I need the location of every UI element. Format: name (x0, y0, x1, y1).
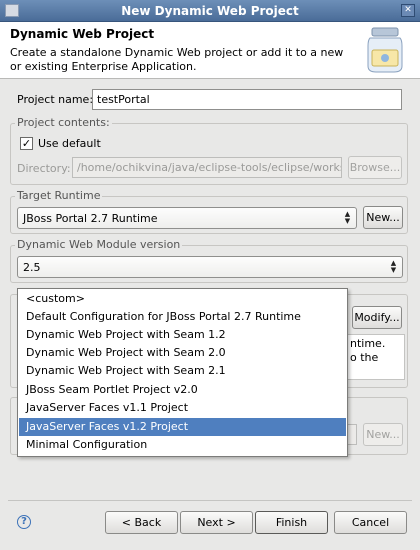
dropdown-option[interactable]: Minimal Configuration (19, 436, 346, 454)
web-module-title: Dynamic Web Module version (15, 238, 183, 251)
combo-arrows-icon: ▲ ▼ (390, 259, 397, 274)
project-contents-title: Project contents: (15, 116, 112, 129)
close-icon[interactable]: ✕ (401, 4, 415, 17)
dropdown-option[interactable]: JavaServer Faces v1.1 Project (19, 399, 346, 417)
finish-button[interactable]: Finish (255, 511, 328, 534)
combo-arrows-icon: ▲ ▼ (344, 210, 351, 225)
target-runtime-title: Target Runtime (15, 189, 103, 202)
use-default-label: Use default (38, 137, 101, 150)
wizard-title: Dynamic Web Project (10, 27, 155, 41)
dropdown-option[interactable]: Dynamic Web Project with Seam 2.1 (19, 362, 346, 380)
next-button[interactable]: Next > (180, 511, 253, 534)
directory-input[interactable]: /home/ochikvina/java/eclipse-tools/eclip… (72, 157, 342, 178)
project-name-label: Project name: (17, 93, 94, 106)
wizard-description: Create a standalone Dynamic Web project … (10, 46, 344, 73)
window-titlebar: New Dynamic Web Project ✕ (0, 0, 420, 22)
dropdown-option[interactable]: Dynamic Web Project with Seam 1.2 (19, 326, 346, 344)
cancel-button[interactable]: Cancel (334, 511, 407, 534)
browse-button[interactable]: Browse... (348, 156, 402, 179)
project-name-input[interactable]: testPortal (92, 89, 402, 110)
wizard-header: Dynamic Web Project Create a standalone … (0, 22, 420, 79)
modify-configuration-button[interactable]: Modify... (352, 306, 402, 329)
target-runtime-combo[interactable]: JBoss Portal 2.7 Runtime ▲ ▼ (17, 207, 357, 229)
dropdown-option-selected[interactable]: JavaServer Faces v1.2 Project (19, 418, 346, 436)
help-icon[interactable]: ? (17, 515, 31, 529)
web-module-value: 2.5 (23, 261, 41, 274)
target-runtime-value: JBoss Portal 2.7 Runtime (23, 212, 158, 225)
wizard-jar-icon (367, 27, 403, 73)
use-default-checkbox[interactable]: ✓ (20, 137, 33, 150)
window-title: New Dynamic Web Project (121, 4, 299, 18)
back-button[interactable]: < Back (105, 511, 178, 534)
new-ear-button[interactable]: New... (363, 423, 403, 446)
footer-separator (8, 500, 412, 501)
configuration-description-line1: ntime. (350, 337, 386, 350)
configuration-dropdown-list: <custom> Default Configuration for JBoss… (17, 288, 348, 457)
dropdown-option[interactable]: <custom> (19, 290, 346, 308)
web-module-combo[interactable]: 2.5 ▲ ▼ (17, 256, 403, 278)
configuration-description-line2: o the (350, 351, 379, 364)
directory-label: Directory: (17, 162, 71, 175)
dropdown-option[interactable]: JBoss Seam Portlet Project v2.0 (19, 381, 346, 399)
dropdown-option[interactable]: Default Configuration for JBoss Portal 2… (19, 308, 346, 326)
dropdown-option[interactable]: Dynamic Web Project with Seam 2.0 (19, 344, 346, 362)
new-runtime-button[interactable]: New... (363, 206, 403, 229)
